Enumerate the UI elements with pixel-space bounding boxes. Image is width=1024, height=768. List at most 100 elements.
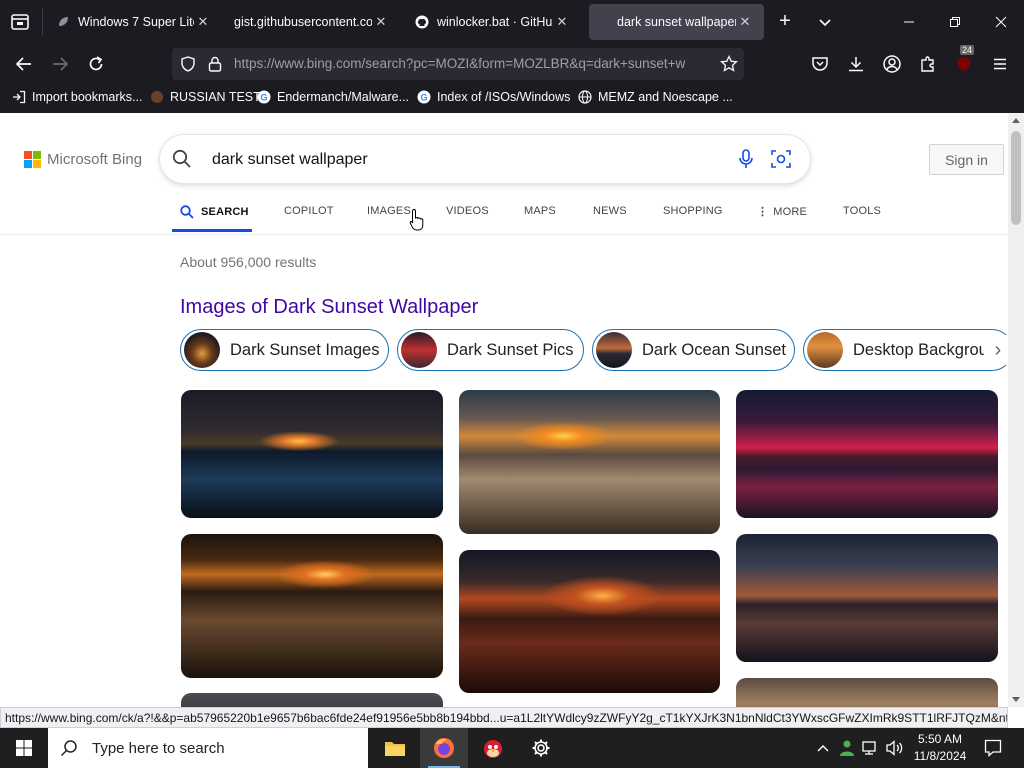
star-icon[interactable] — [720, 55, 738, 73]
close-icon — [995, 16, 1007, 28]
images-heading-link[interactable]: Images of Dark Sunset Wallpaper — [180, 296, 478, 319]
minimize-button[interactable] — [886, 0, 932, 44]
chevron-right-icon[interactable]: › — [984, 335, 1008, 365]
image-result-7[interactable] — [181, 693, 443, 707]
scope-label: MAPS — [524, 205, 556, 217]
chip-dark-ocean-sunset[interactable]: Dark Ocean Sunset — [592, 329, 795, 371]
bookmark-import[interactable]: Import bookmarks... — [12, 90, 142, 104]
microphone-icon[interactable] — [738, 149, 754, 169]
url-text[interactable]: https://www.bing.com/search?pc=MOZI&form… — [234, 56, 704, 71]
account-button[interactable] — [880, 52, 904, 76]
search-input[interactable]: dark sunset wallpaper — [212, 151, 368, 169]
tab-videos[interactable]: VIDEOS — [446, 205, 489, 217]
image-result-8[interactable] — [736, 678, 998, 707]
more-dots-icon: ⋮ — [757, 206, 769, 218]
tab-tools[interactable]: TOOLS — [843, 205, 881, 217]
tab-news[interactable]: NEWS — [593, 205, 627, 217]
tab-more[interactable]: ⋮ MORE — [757, 205, 807, 219]
scope-label: NEWS — [593, 205, 627, 217]
green-person-icon — [840, 740, 854, 756]
sign-in-button[interactable]: Sign in — [929, 144, 1004, 175]
menu-button[interactable] — [988, 52, 1012, 76]
tab-copilot[interactable]: COPILOT — [284, 205, 334, 217]
tab-title: gist.githubusercontent.com — [234, 15, 372, 29]
close-window-button[interactable] — [978, 0, 1024, 44]
taskbar-angry-birds[interactable] — [469, 728, 517, 768]
restore-button[interactable] — [932, 0, 978, 44]
back-button[interactable] — [12, 52, 36, 76]
bookmark-russian-test[interactable]: RUSSIAN TEST — [150, 90, 261, 104]
tab-windows7[interactable]: Windows 7 Super Lite - ✕ — [46, 4, 222, 40]
bookmark-memz[interactable]: MEMZ and Noescape ... — [578, 90, 733, 104]
chevron-down-icon — [819, 19, 831, 27]
image-result-5[interactable] — [459, 550, 720, 693]
network-button[interactable] — [860, 728, 882, 768]
nav-toolbar: https://www.bing.com/search?pc=MOZI&form… — [0, 44, 1024, 84]
hand-cursor-icon — [409, 208, 424, 231]
bing-logo[interactable]: Microsoft Bing — [24, 151, 142, 168]
image-result-2[interactable] — [459, 390, 720, 534]
new-tab-button[interactable]: + — [773, 10, 797, 34]
tab-maps[interactable]: MAPS — [524, 205, 556, 217]
taskbar-settings[interactable] — [517, 728, 565, 768]
taskbar-file-explorer[interactable] — [371, 728, 419, 768]
tab-shopping[interactable]: SHOPPING — [663, 205, 723, 217]
tab-bing-active[interactable]: dark sunset wallpaper - ✕ — [589, 4, 764, 40]
scrollbar-thumb[interactable] — [1011, 131, 1021, 225]
scroll-down-icon[interactable] — [1012, 697, 1020, 703]
chip-desktop-background[interactable]: Desktop Backgrou — [803, 329, 1008, 371]
downloads-button[interactable] — [844, 52, 868, 76]
volume-button[interactable] — [884, 728, 906, 768]
image-result-6[interactable] — [736, 534, 998, 662]
bookmark-label: Import bookmarks... — [32, 90, 143, 104]
search-icon[interactable] — [172, 149, 192, 169]
show-hidden-icons-button[interactable] — [815, 728, 831, 768]
close-tab-icon[interactable]: ✕ — [372, 14, 390, 30]
list-all-tabs-button[interactable] — [815, 12, 835, 32]
chip-label: Dark Sunset Pics — [447, 340, 574, 359]
reload-button[interactable] — [84, 52, 108, 76]
tab-images[interactable]: IMAGES — [367, 205, 411, 217]
action-center-button[interactable] — [978, 728, 1008, 768]
scroll-up-icon[interactable] — [1012, 117, 1020, 123]
firefox-view-icon — [11, 14, 29, 30]
bookmark-endermanch[interactable]: G Endermanch/Malware... — [257, 90, 409, 104]
ublock-extension-button[interactable]: 24 — [952, 45, 976, 76]
reload-icon — [89, 56, 103, 71]
tray-app-icon[interactable] — [836, 728, 858, 768]
tab-winlocker[interactable]: winlocker.bat · GitHub ✕ — [405, 4, 581, 40]
gear-icon — [532, 739, 550, 757]
page-scrollbar[interactable] — [1008, 113, 1024, 707]
taskbar-search-box[interactable]: Type here to search — [48, 728, 368, 768]
shield-icon[interactable] — [180, 56, 196, 72]
image-result-4[interactable] — [181, 534, 443, 678]
svg-text:G: G — [420, 93, 427, 103]
bookmark-isos[interactable]: G Index of /ISOs/Windows — [417, 90, 570, 104]
taskbar-clock[interactable]: 5:50 AM 11/8/2024 — [905, 731, 975, 765]
leaf-icon — [56, 15, 70, 29]
tab-search[interactable]: SEARCH — [180, 205, 249, 219]
taskbar-firefox[interactable] — [420, 728, 468, 768]
speaker-icon — [886, 740, 903, 756]
firefox-view-button[interactable] — [8, 10, 32, 34]
extensions-button[interactable] — [916, 52, 940, 76]
chip-dark-sunset-pics[interactable]: Dark Sunset Pics — [397, 329, 584, 371]
pocket-button[interactable] — [808, 52, 832, 76]
search-box[interactable]: dark sunset wallpaper — [160, 135, 810, 183]
scope-label: TOOLS — [843, 205, 882, 217]
address-bar[interactable]: https://www.bing.com/search?pc=MOZI&form… — [172, 48, 744, 80]
lock-icon[interactable] — [208, 56, 222, 72]
restore-icon — [950, 17, 960, 27]
close-tab-icon[interactable]: ✕ — [194, 14, 212, 30]
tab-gist[interactable]: gist.githubusercontent.com ✕ — [224, 4, 400, 40]
close-tab-icon[interactable]: ✕ — [736, 14, 754, 30]
chip-dark-sunset-images[interactable]: Dark Sunset Images — [180, 329, 389, 371]
start-button[interactable] — [0, 728, 48, 768]
microsoft-logo-icon — [24, 151, 41, 168]
results-count: About 956,000 results — [180, 254, 317, 270]
visual-search-icon[interactable] — [771, 149, 791, 169]
image-result-3[interactable] — [736, 390, 998, 518]
close-tab-icon[interactable]: ✕ — [553, 14, 571, 30]
image-result-1[interactable] — [181, 390, 443, 518]
forward-button[interactable] — [48, 52, 72, 76]
